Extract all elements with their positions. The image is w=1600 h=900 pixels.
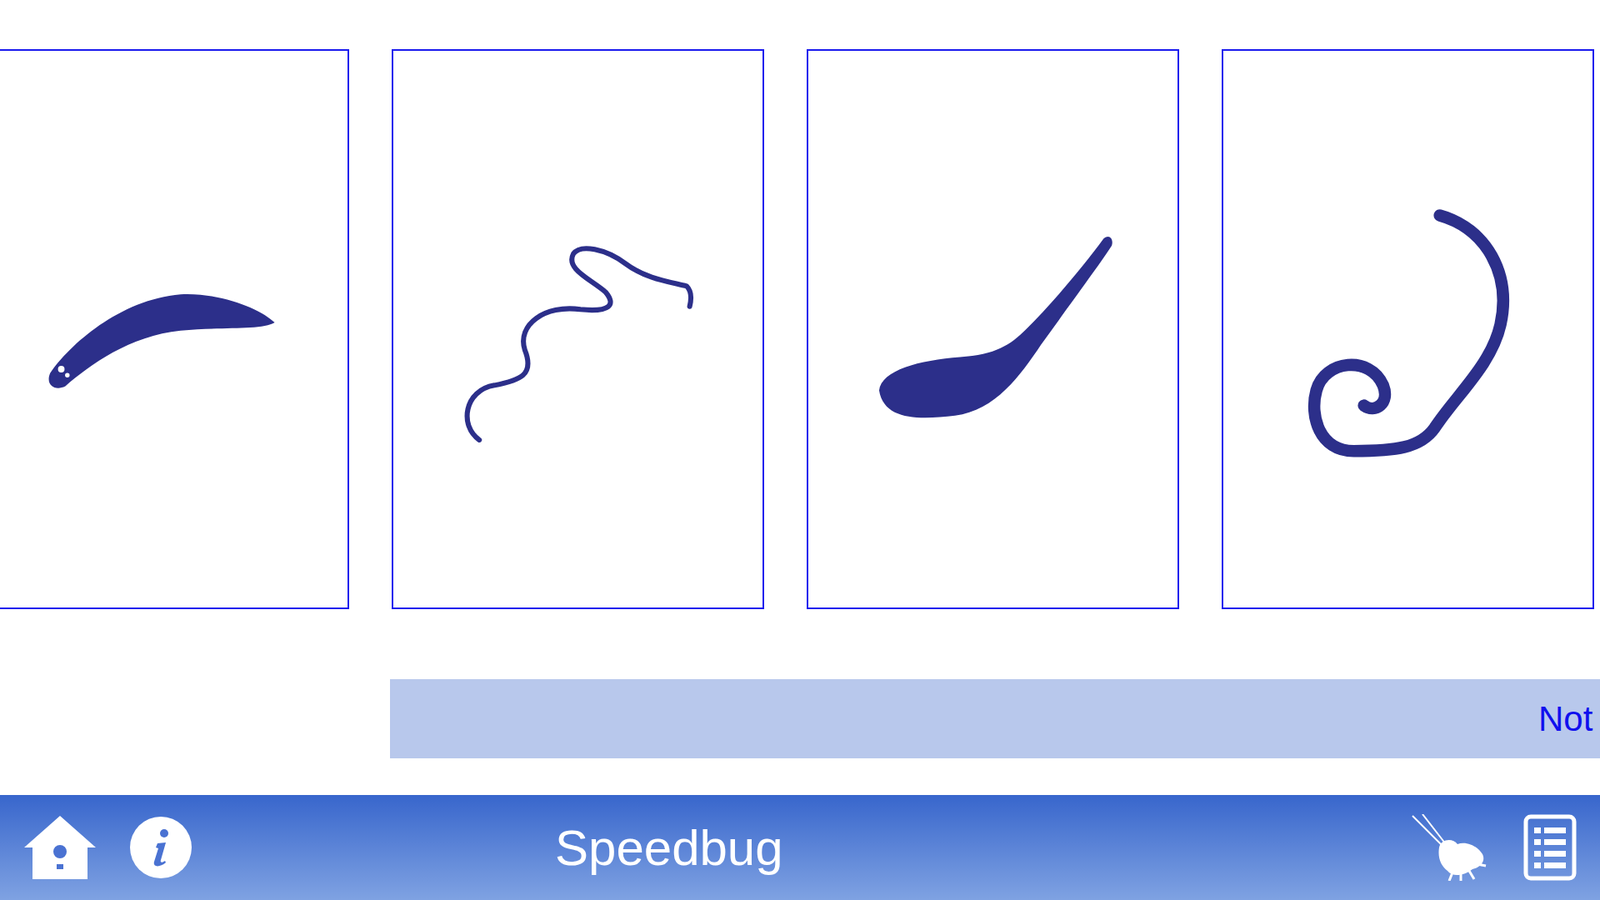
worm-icon — [393, 50, 763, 608]
screen: Not Speedbug — [0, 0, 1600, 900]
hint-bar[interactable]: Not — [390, 679, 1600, 759]
worm-icon — [1223, 50, 1593, 608]
species-card[interactable] — [1221, 49, 1595, 610]
worm-icon — [808, 50, 1178, 608]
hint-text: Not — [1538, 699, 1593, 740]
birdhouse-home-icon[interactable] — [22, 814, 98, 881]
worm-icon — [0, 50, 348, 608]
bug-icon[interactable] — [1410, 814, 1488, 881]
species-card[interactable] — [806, 49, 1180, 610]
species-card[interactable] — [0, 49, 350, 610]
app-bar: Speedbug — [0, 795, 1600, 900]
species-card[interactable] — [391, 49, 765, 610]
card-strip[interactable] — [0, 49, 1600, 610]
list-icon[interactable] — [1523, 814, 1577, 881]
app-title: Speedbug — [555, 819, 784, 877]
info-icon[interactable] — [130, 816, 192, 879]
